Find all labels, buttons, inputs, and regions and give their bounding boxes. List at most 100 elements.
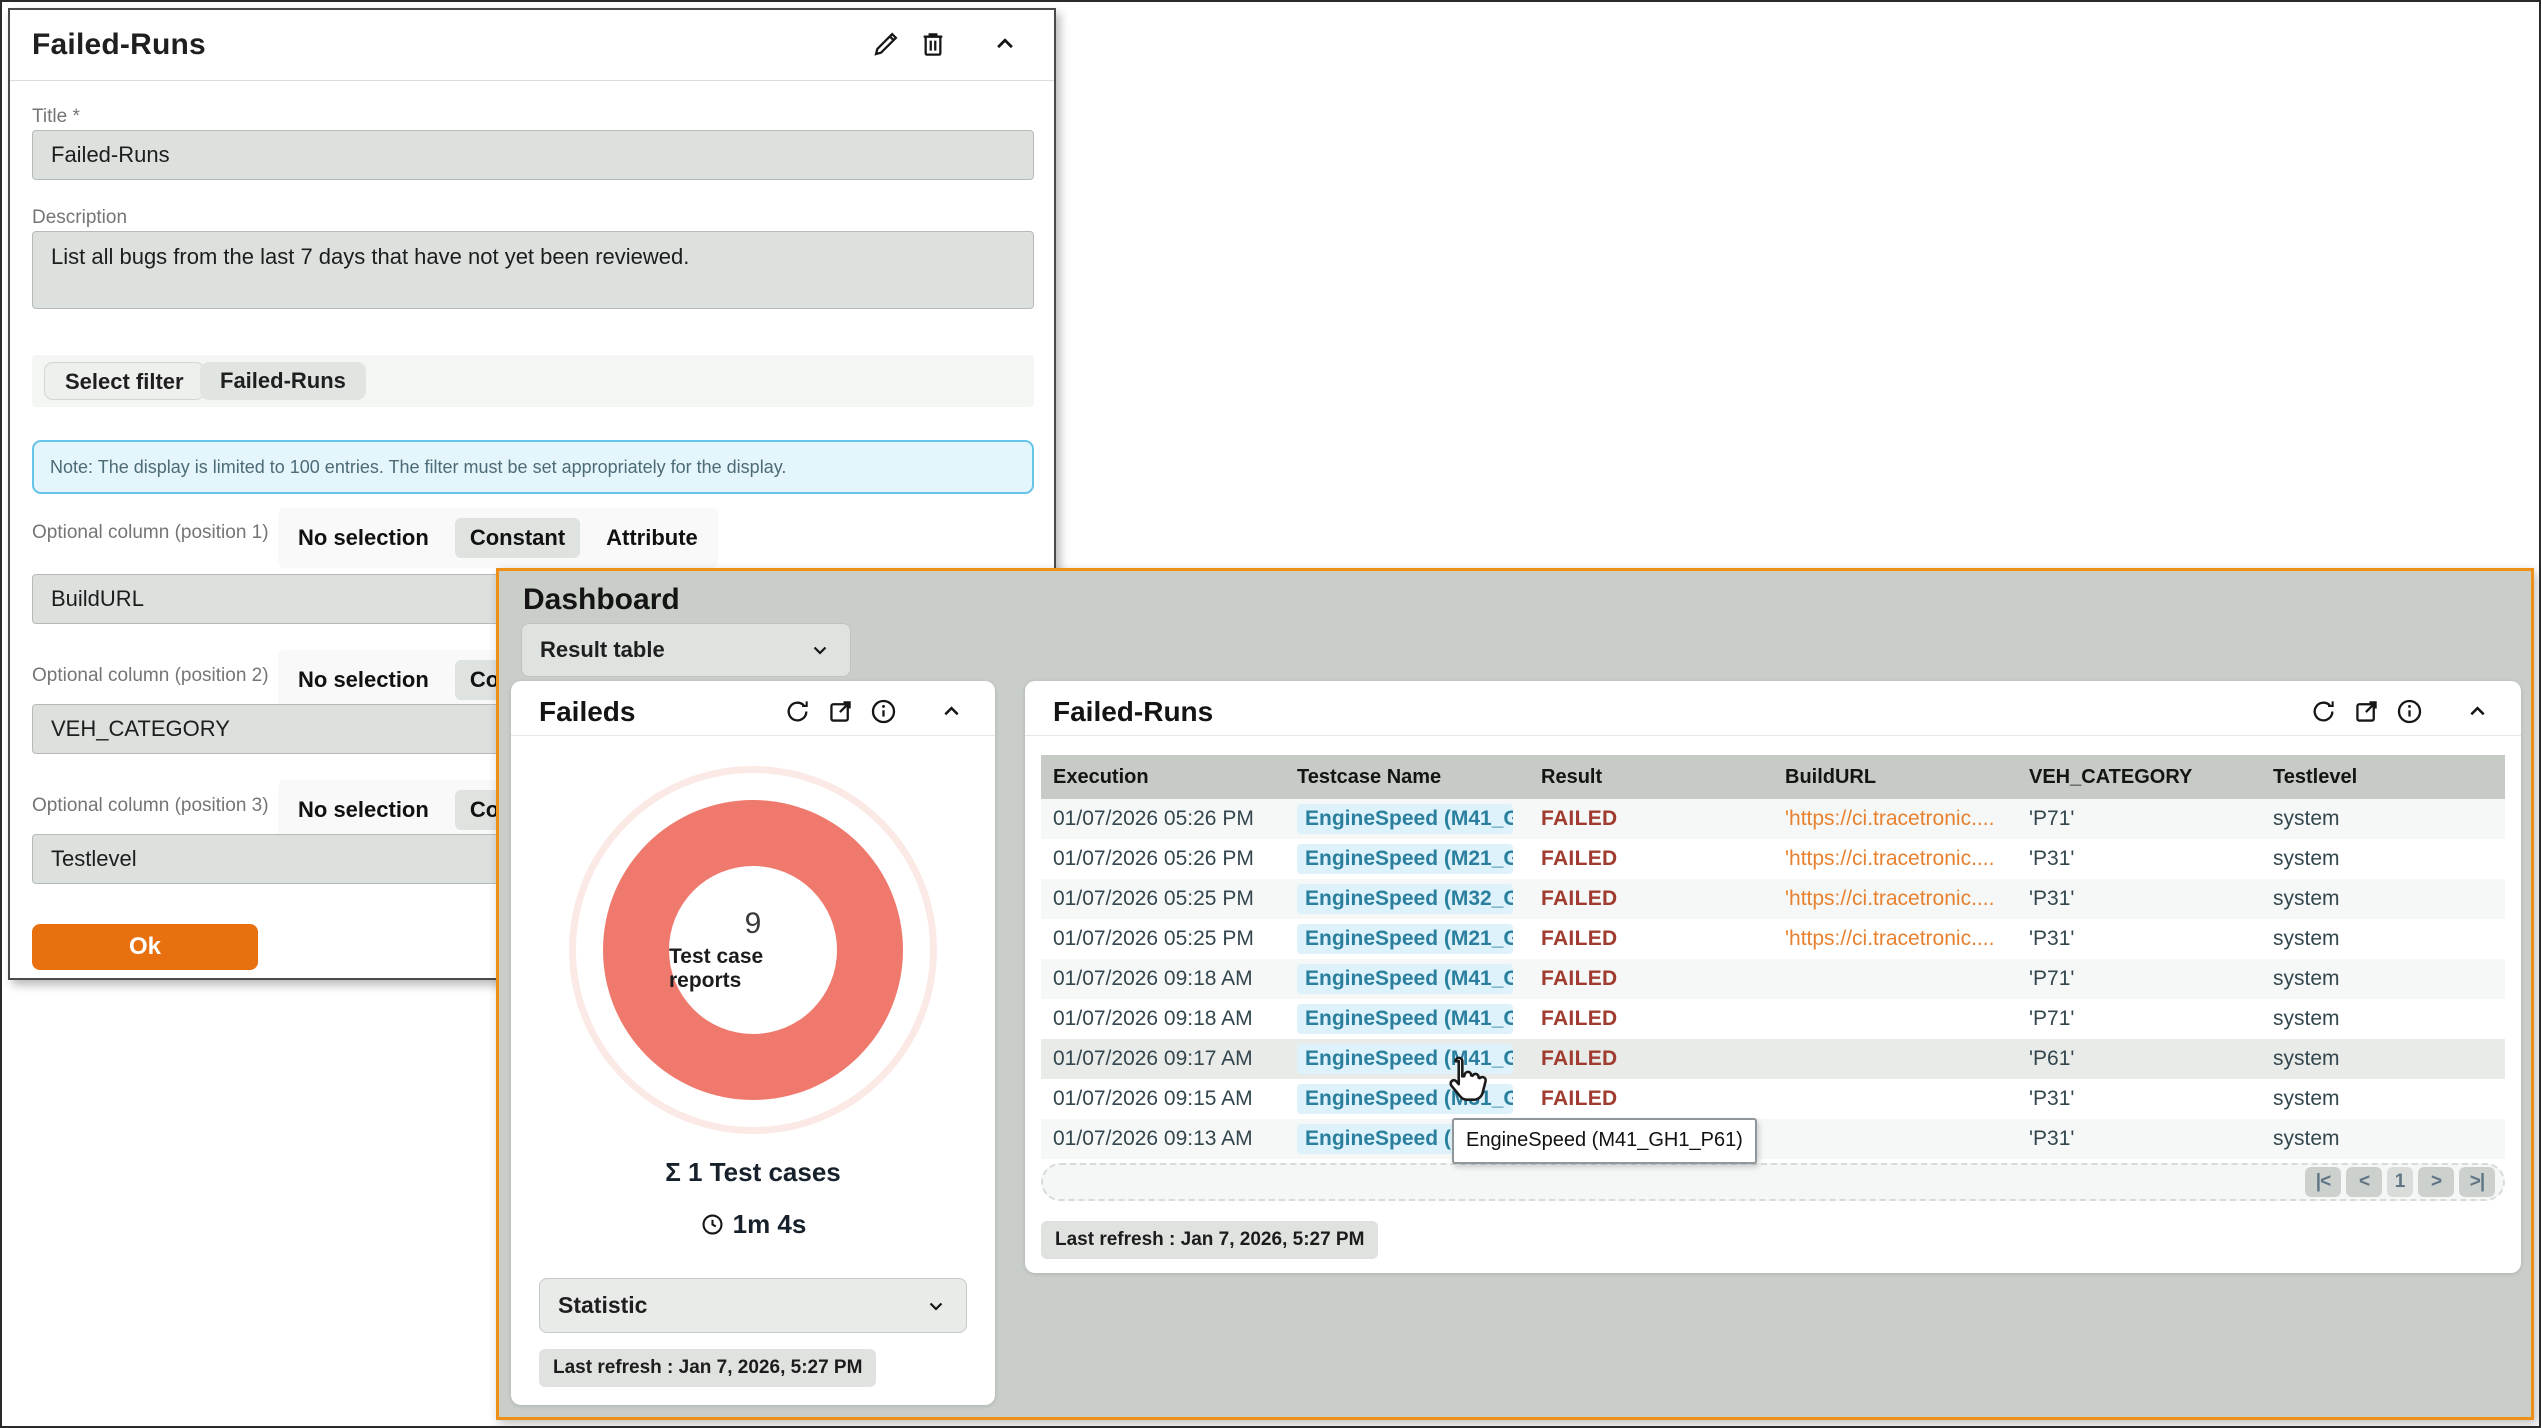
description-input[interactable]: List all bugs from the last 7 days that … bbox=[32, 231, 1034, 309]
optional-column-1-label: Optional column (position 1) bbox=[32, 522, 269, 544]
column-header-buildurl[interactable]: BuildURL bbox=[1773, 755, 2017, 799]
optional-column-2-label: Optional column (position 2) bbox=[32, 665, 269, 687]
last-refresh-badge: Last refresh : Jan 7, 2026, 5:27 PM bbox=[1041, 1221, 1378, 1259]
table-row[interactable]: 01/07/2026 09:18 AM EngineSpeed (M41_GA1… bbox=[1041, 999, 2505, 1039]
selected-filter-chip[interactable]: Failed-Runs bbox=[200, 362, 366, 400]
veh-category-cell: 'P71' bbox=[2017, 959, 2261, 999]
donut-chart-center: 9 Test case reports bbox=[669, 866, 837, 1034]
title-input[interactable]: Failed-Runs bbox=[32, 130, 1034, 180]
buildurl-link[interactable] bbox=[1773, 1039, 2017, 1079]
veh-category-cell: 'P31' bbox=[2017, 1119, 2261, 1159]
pagination-next-button[interactable]: > bbox=[2418, 1167, 2454, 1197]
testlevel-cell: system bbox=[2261, 879, 2505, 919]
refresh-icon[interactable] bbox=[783, 697, 812, 726]
column-header-testlevel[interactable]: Testlevel bbox=[2261, 755, 2505, 799]
table-row[interactable]: 01/07/2026 09:13 AM EngineSpeed (M31_GA1… bbox=[1041, 1119, 2505, 1159]
collapse-chevron-up-icon[interactable] bbox=[2464, 698, 2491, 725]
pagination-current-page[interactable]: 1 bbox=[2387, 1167, 2413, 1197]
testlevel-cell: system bbox=[2261, 839, 2505, 879]
testlevel-cell: system bbox=[2261, 999, 2505, 1039]
chevron-down-icon bbox=[924, 1294, 948, 1318]
veh-category-cell: 'P31' bbox=[2017, 919, 2261, 959]
execution-cell: 01/07/2026 09:18 AM bbox=[1041, 959, 1285, 999]
testlevel-cell: system bbox=[2261, 1039, 2505, 1079]
open-in-new-icon[interactable] bbox=[826, 697, 855, 726]
delete-trash-icon[interactable] bbox=[917, 28, 949, 60]
veh-category-cell: 'P31' bbox=[2017, 1079, 2261, 1119]
option-no-selection[interactable]: No selection bbox=[298, 797, 429, 823]
title-field-label: Title * bbox=[32, 106, 80, 128]
divider bbox=[511, 735, 995, 736]
testlevel-cell: system bbox=[2261, 919, 2505, 959]
table-scrollbar-track[interactable]: |< < 1 > >| bbox=[1041, 1163, 2505, 1201]
buildurl-link[interactable]: 'https://ci.tracetronic.... bbox=[1773, 799, 2017, 839]
buildurl-link[interactable] bbox=[1773, 1079, 2017, 1119]
pagination-prev-button[interactable]: < bbox=[2346, 1167, 2382, 1197]
option-no-selection[interactable]: No selection bbox=[298, 525, 429, 551]
option-no-selection[interactable]: No selection bbox=[298, 667, 429, 693]
duration-row: 1m 4s bbox=[511, 1209, 995, 1240]
table-row-hovered[interactable]: 01/07/2026 09:17 AM EngineSpeed (M41_GH1… bbox=[1041, 1039, 2505, 1079]
edit-pencil-icon[interactable] bbox=[870, 28, 902, 60]
buildurl-link[interactable] bbox=[1773, 999, 2017, 1039]
table-row[interactable]: 01/07/2026 05:26 PM EngineSpeed (M41_GH1… bbox=[1041, 799, 2505, 839]
buildurl-link[interactable]: 'https://ci.tracetronic.... bbox=[1773, 879, 2017, 919]
description-field-label: Description bbox=[32, 207, 127, 229]
column-header-testcase-name[interactable]: Testcase Name bbox=[1285, 755, 1529, 799]
execution-cell: 01/07/2026 05:26 PM bbox=[1041, 839, 1285, 879]
pagination-last-button[interactable]: >| bbox=[2459, 1167, 2495, 1197]
info-icon[interactable] bbox=[869, 697, 898, 726]
ok-button[interactable]: Ok bbox=[32, 924, 258, 970]
result-cell: FAILED bbox=[1529, 799, 1773, 839]
last-refresh-badge: Last refresh : Jan 7, 2026, 5:27 PM bbox=[539, 1349, 876, 1387]
testcase-link[interactable]: EngineSpeed (M32_GH1_P bbox=[1297, 884, 1513, 914]
table-row[interactable]: 01/07/2026 05:26 PM EngineSpeed (M21_GH1… bbox=[1041, 839, 2505, 879]
failed-runs-table: Execution Testcase Name Result BuildURL … bbox=[1041, 755, 2505, 1159]
config-panel-title: Failed-Runs bbox=[32, 10, 206, 80]
test-cases-sum: Σ 1 Test cases bbox=[511, 1157, 995, 1188]
execution-cell: 01/07/2026 09:17 AM bbox=[1041, 1039, 1285, 1079]
column-header-execution[interactable]: Execution bbox=[1041, 755, 1285, 799]
testcase-link[interactable]: EngineSpeed (M41_GA1_P bbox=[1297, 1004, 1513, 1034]
pagination-first-button[interactable]: |< bbox=[2305, 1167, 2341, 1197]
dashboard-panel: Dashboard Result table Faileds 9 Test ca… bbox=[496, 568, 2534, 1420]
testcase-link[interactable]: EngineSpeed (M41_GH1_P bbox=[1297, 804, 1513, 834]
open-in-new-icon[interactable] bbox=[2352, 697, 2381, 726]
buildurl-link[interactable]: 'https://ci.tracetronic.... bbox=[1773, 919, 2017, 959]
faileds-widget-title: Faileds bbox=[539, 696, 635, 728]
table-row[interactable]: 01/07/2026 05:25 PM EngineSpeed (M32_GH1… bbox=[1041, 879, 2505, 919]
view-selector-dropdown[interactable]: Result table bbox=[521, 623, 851, 677]
testcase-link[interactable]: EngineSpeed (M41_GH1_P bbox=[1297, 964, 1513, 994]
buildurl-link[interactable]: 'https://ci.tracetronic.... bbox=[1773, 839, 2017, 879]
filter-row: Select filter Failed-Runs bbox=[32, 355, 1034, 407]
testcase-tooltip: EngineSpeed (M41_GH1_P61) bbox=[1452, 1118, 1757, 1164]
collapse-chevron-up-icon[interactable] bbox=[990, 29, 1020, 59]
column-header-result[interactable]: Result bbox=[1529, 755, 1773, 799]
column-header-veh-category[interactable]: VEH_CATEGORY bbox=[2017, 755, 2261, 799]
veh-category-cell: 'P31' bbox=[2017, 879, 2261, 919]
buildurl-link[interactable] bbox=[1773, 959, 2017, 999]
limit-note: Note: The display is limited to 100 entr… bbox=[32, 440, 1034, 494]
clock-icon bbox=[700, 1212, 725, 1237]
veh-category-cell: 'P71' bbox=[2017, 999, 2261, 1039]
statistic-dropdown[interactable]: Statistic bbox=[539, 1278, 967, 1333]
buildurl-link[interactable] bbox=[1773, 1119, 2017, 1159]
table-row[interactable]: 01/07/2026 05:25 PM EngineSpeed (M21_GA1… bbox=[1041, 919, 2505, 959]
result-cell: FAILED bbox=[1529, 1079, 1773, 1119]
table-row[interactable]: 01/07/2026 09:18 AM EngineSpeed (M41_GH1… bbox=[1041, 959, 2505, 999]
duration-value: 1m 4s bbox=[733, 1209, 807, 1240]
collapse-chevron-up-icon[interactable] bbox=[938, 698, 965, 725]
table-row[interactable]: 01/07/2026 09:15 AM EngineSpeed (M31_GH1… bbox=[1041, 1079, 2505, 1119]
config-panel-header: Failed-Runs bbox=[10, 10, 1054, 81]
refresh-icon[interactable] bbox=[2309, 697, 2338, 726]
info-icon[interactable] bbox=[2395, 697, 2424, 726]
select-filter-button[interactable]: Select filter bbox=[44, 362, 205, 400]
testcase-link[interactable]: EngineSpeed (M21_GA1_P bbox=[1297, 924, 1513, 954]
execution-cell: 01/07/2026 09:15 AM bbox=[1041, 1079, 1285, 1119]
faileds-widget: Faileds 9 Test case reports Σ 1 Test cas… bbox=[511, 681, 995, 1405]
testcase-link[interactable]: EngineSpeed (M21_GH1_P bbox=[1297, 844, 1513, 874]
failed-runs-widget: Failed-Runs Execution Testcase Name Resu… bbox=[1025, 681, 2521, 1273]
result-cell: FAILED bbox=[1529, 919, 1773, 959]
option-constant-selected[interactable]: Constant bbox=[455, 518, 580, 558]
option-attribute[interactable]: Attribute bbox=[606, 525, 698, 551]
